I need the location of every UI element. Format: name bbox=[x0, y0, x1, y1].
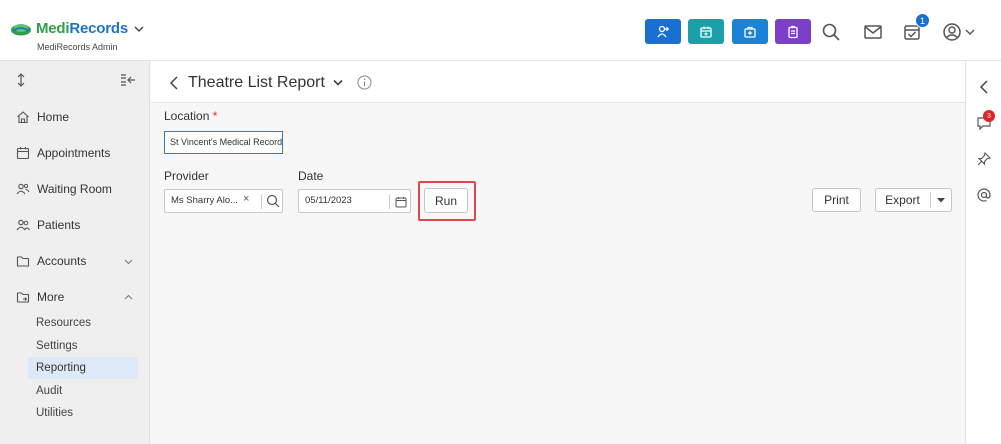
clear-provider-button[interactable]: × bbox=[243, 193, 249, 205]
calendar-icon[interactable] bbox=[395, 196, 407, 208]
comments-badge: 3 bbox=[983, 110, 995, 122]
add-patient-button[interactable] bbox=[645, 19, 681, 44]
location-label: Location * bbox=[164, 109, 218, 123]
divider bbox=[389, 194, 390, 209]
sidebar-item-more[interactable]: More bbox=[0, 280, 150, 314]
sidebar-item-appointments[interactable]: Appointments bbox=[0, 136, 150, 170]
patients-icon bbox=[16, 219, 30, 231]
sidebar-subitem-utilities[interactable]: Utilities bbox=[28, 402, 138, 424]
user-menu[interactable] bbox=[940, 21, 976, 43]
sidebar-item-home[interactable]: Home bbox=[0, 100, 150, 134]
chevron-up-icon bbox=[124, 294, 133, 299]
sidebar-item-accounts[interactable]: Accounts bbox=[0, 244, 150, 278]
folder-icon bbox=[16, 256, 30, 267]
tasks-button[interactable]: 1 bbox=[901, 13, 930, 43]
brand-name: MediRecords bbox=[36, 20, 128, 37]
user-avatar-icon bbox=[942, 23, 961, 41]
back-chevron-icon[interactable] bbox=[169, 76, 179, 90]
provider-value: Ms Sharry Alo... bbox=[171, 195, 239, 206]
chevron-left-icon[interactable] bbox=[976, 79, 992, 95]
search-icon bbox=[822, 23, 840, 41]
sidebar: Home Appointments Waiting Room Patients … bbox=[0, 61, 150, 444]
brand-switcher[interactable]: MediRecords bbox=[10, 20, 144, 37]
page-title: Theatre List Report bbox=[188, 74, 325, 91]
provider-label: Provider bbox=[164, 169, 209, 183]
info-icon[interactable] bbox=[357, 75, 372, 90]
new-encounter-button[interactable] bbox=[732, 19, 768, 44]
messages-button[interactable] bbox=[862, 21, 884, 43]
sidebar-item-waiting-room[interactable]: Waiting Room bbox=[0, 172, 150, 206]
chevron-down-icon[interactable] bbox=[134, 24, 144, 34]
run-button[interactable]: Run bbox=[424, 188, 468, 213]
search-icon[interactable] bbox=[266, 194, 280, 208]
print-button[interactable]: Print bbox=[812, 188, 861, 212]
mail-icon bbox=[864, 25, 882, 39]
brand-subtitle: MediRecords Admin bbox=[37, 42, 118, 52]
at-mention-icon[interactable] bbox=[976, 187, 992, 203]
sidebar-item-label: Accounts bbox=[37, 254, 87, 268]
collapse-sidebar-icon[interactable] bbox=[120, 73, 136, 87]
resize-vertical-icon[interactable] bbox=[14, 73, 28, 87]
sidebar-item-label: Waiting Room bbox=[37, 182, 112, 196]
sidebar-item-patients[interactable]: Patients bbox=[0, 208, 150, 242]
top-bar: MediRecords MediRecords Admin 1 bbox=[0, 0, 1001, 61]
folder-share-icon bbox=[16, 292, 30, 303]
export-label: Export bbox=[885, 193, 920, 207]
divider bbox=[261, 194, 262, 209]
date-label: Date bbox=[298, 169, 324, 183]
sidebar-item-label: Appointments bbox=[37, 146, 111, 160]
calendar-icon bbox=[16, 147, 30, 160]
chevron-down-icon bbox=[124, 259, 133, 264]
medical-kit-icon bbox=[744, 26, 756, 38]
sidebar-toolbar bbox=[0, 61, 150, 99]
location-field[interactable]: St Vincent's Medical Records bbox=[164, 131, 283, 154]
sidebar-subitem-resources[interactable]: Resources bbox=[28, 312, 138, 334]
new-appointment-button[interactable] bbox=[688, 19, 724, 44]
divider bbox=[930, 192, 931, 208]
search-button[interactable] bbox=[820, 21, 842, 43]
right-rail: 3 bbox=[965, 61, 1001, 444]
pin-icon[interactable] bbox=[976, 151, 992, 167]
sidebar-subitem-settings[interactable]: Settings bbox=[28, 335, 138, 357]
required-mark: * bbox=[212, 109, 218, 123]
caret-down-icon[interactable] bbox=[936, 197, 946, 204]
chevron-down-icon[interactable] bbox=[333, 79, 343, 87]
sidebar-item-label: Patients bbox=[37, 218, 81, 232]
sidebar-subitem-reporting[interactable]: Reporting bbox=[28, 357, 138, 379]
clipboard-icon bbox=[788, 25, 798, 38]
add-patient-icon bbox=[657, 25, 669, 37]
sidebar-item-label: More bbox=[37, 290, 65, 304]
export-button[interactable]: Export bbox=[875, 188, 952, 212]
chevron-down-icon bbox=[965, 29, 974, 35]
provider-field[interactable]: Ms Sharry Alo... × bbox=[164, 189, 283, 213]
date-value: 05/11/2023 bbox=[305, 195, 352, 206]
page-header: Theatre List Report bbox=[151, 61, 965, 103]
sidebar-item-label: Home bbox=[37, 110, 70, 124]
date-field[interactable]: 05/11/2023 bbox=[298, 189, 411, 213]
people-icon bbox=[16, 183, 30, 195]
calendar-icon bbox=[700, 26, 712, 38]
sidebar-subitem-audit[interactable]: Audit bbox=[28, 380, 138, 402]
medirecords-logo-icon bbox=[11, 23, 31, 35]
tasks-badge: 1 bbox=[915, 13, 930, 28]
home-icon bbox=[17, 111, 29, 124]
clipboard-button[interactable] bbox=[775, 19, 811, 44]
